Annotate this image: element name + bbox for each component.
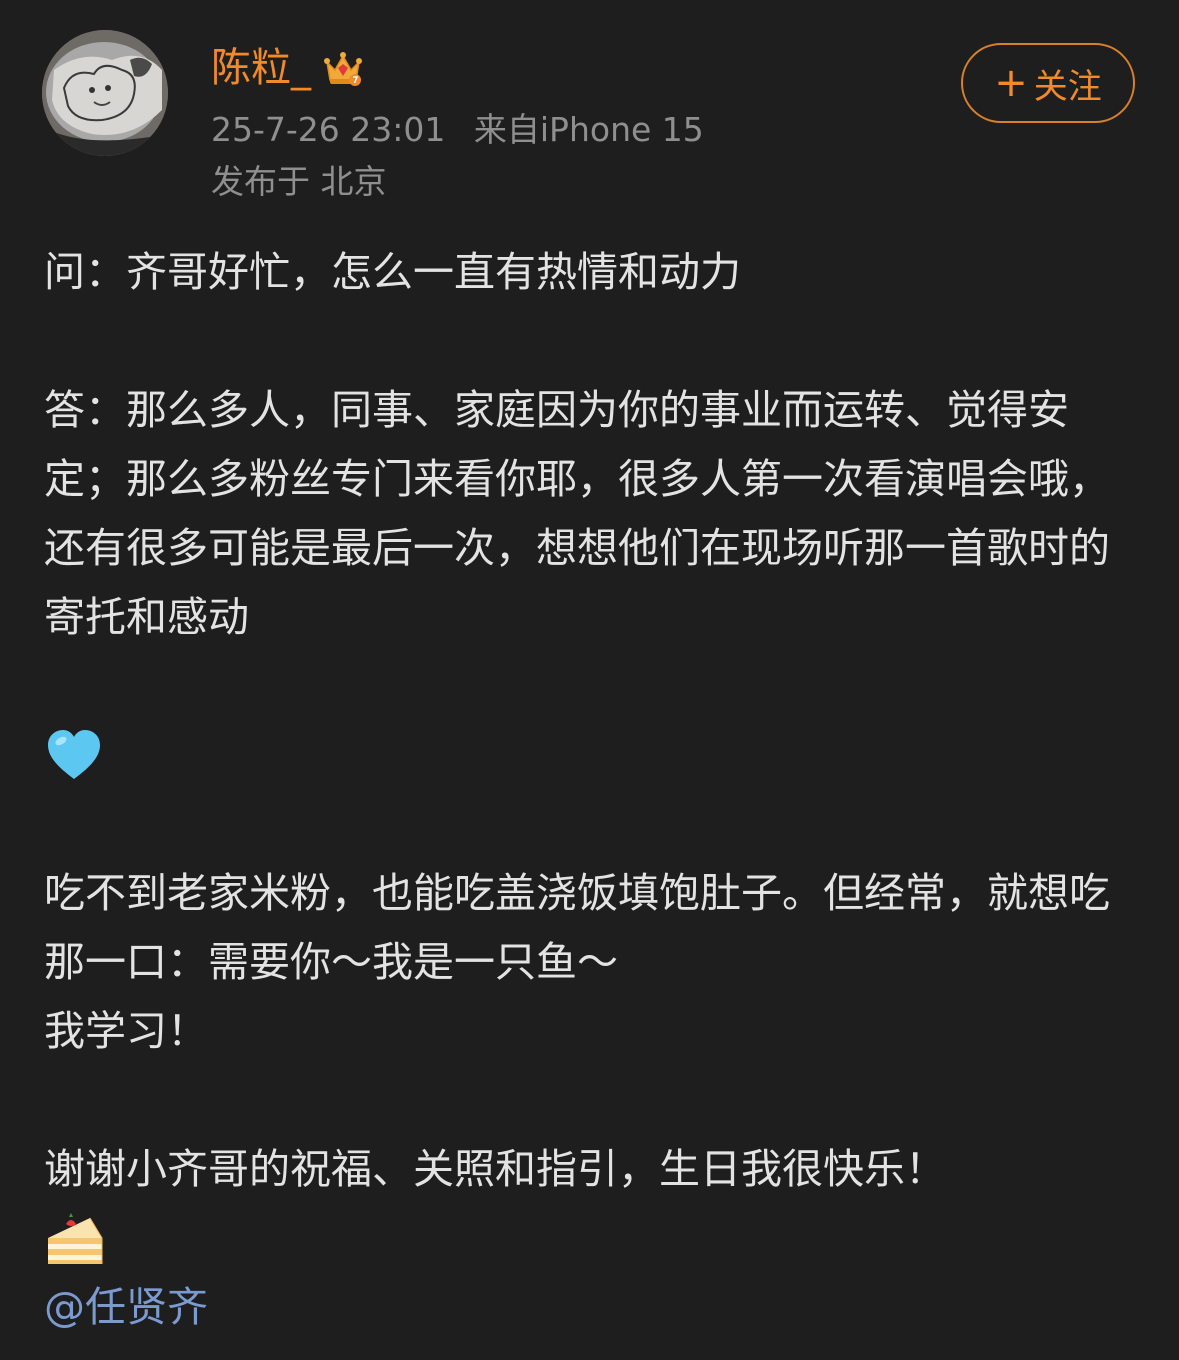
post-line-rice-noodles: 吃不到老家米粉，也能吃盖浇饭填饱肚子。但经常，就想吃那一口：需要你～我是一只鱼～ xyxy=(44,869,1110,986)
light-blue-heart-icon xyxy=(48,729,100,779)
plus-icon: + xyxy=(994,60,1028,106)
post-content: 问：齐哥好忙，怎么一直有热情和动力 答：那么多人，同事、家庭因为你的事业而运转、… xyxy=(44,238,1144,1342)
heart-emoji-line xyxy=(44,721,1144,790)
post-location: 发布于 北京 xyxy=(211,162,387,201)
username[interactable]: 陈粒_ xyxy=(211,40,311,96)
post-line-learn: 我学习！ xyxy=(44,1007,208,1055)
post-thanks: 谢谢小齐哥的祝福、关照和指引，生日我很快乐！ xyxy=(44,1145,946,1193)
post-timestamp: 25-7-26 23:01 xyxy=(211,110,446,149)
post-question: 问：齐哥好忙，怎么一直有热情和动力 xyxy=(44,248,741,296)
shortcake-icon xyxy=(48,1212,103,1264)
crown-icon xyxy=(324,52,362,86)
avatar[interactable] xyxy=(42,30,168,156)
post-source: 来自iPhone 15 xyxy=(473,110,704,149)
post-answer: 答：那么多人，同事、家庭因为你的事业而运转、觉得安定；那么多粉丝专门来看你耶，很… xyxy=(44,386,1110,641)
mention-link[interactable]: @任贤齐 xyxy=(44,1273,1144,1342)
follow-button[interactable]: + 关注 xyxy=(961,43,1135,123)
user-header: 陈粒_ xyxy=(211,40,365,96)
avatar-image xyxy=(42,30,168,156)
post-meta: 25-7-26 23:01 来自iPhone 15 xyxy=(211,108,704,152)
cake-emoji-line xyxy=(44,1204,1144,1273)
follow-button-label: 关注 xyxy=(1033,66,1102,107)
mention-renxianqi[interactable]: @任贤齐 xyxy=(44,1283,208,1331)
